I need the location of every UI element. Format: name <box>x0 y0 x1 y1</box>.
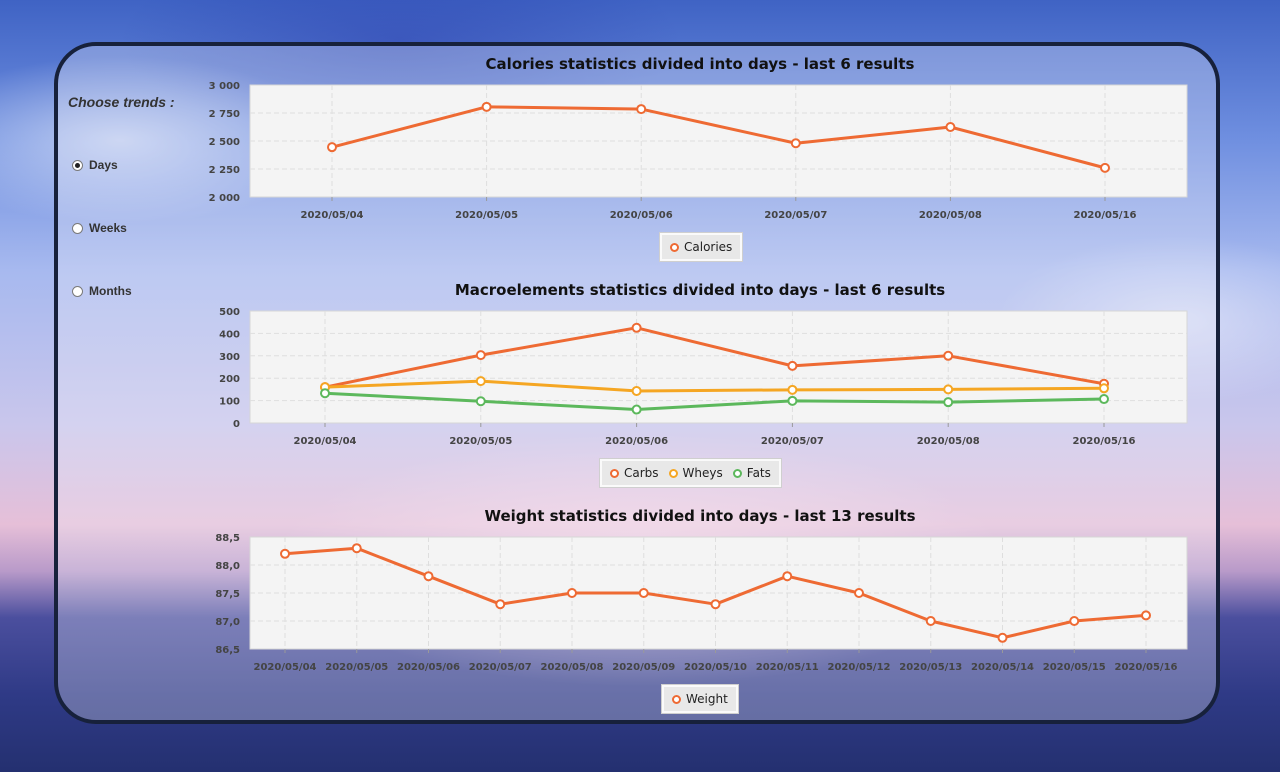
calories-calories-point <box>327 142 337 153</box>
legend-label: Fats <box>746 466 771 480</box>
macro-xtick: 2020/05/04 <box>294 436 357 447</box>
macro-ytick: 500 <box>219 307 240 318</box>
weight-xtick: 2020/05/08 <box>541 662 604 673</box>
macro-ytick: 100 <box>219 397 240 408</box>
macro-ytick: 300 <box>219 352 240 363</box>
legend-marker-icon <box>610 468 619 478</box>
calories-calories-point <box>790 138 801 149</box>
calories-ytick: 2 250 <box>209 165 240 176</box>
weight-xtick: 2020/05/06 <box>397 662 460 673</box>
legend-item-fats[interactable]: Fats <box>732 466 771 480</box>
macro-ytick: 0 <box>233 419 240 430</box>
calories-xtick: 2020/05/05 <box>455 210 518 221</box>
macro-xtick: 2020/05/08 <box>917 436 980 447</box>
calories-ytick: 2 500 <box>209 137 240 148</box>
weight-ytick: 86,5 <box>215 645 240 656</box>
weight-weight-point <box>280 548 290 559</box>
calories-calories-point <box>945 122 956 132</box>
calories-calories-point <box>1100 162 1110 173</box>
calories-xtick: 2020/05/08 <box>919 210 982 221</box>
legend-item-wheys[interactable]: Wheys <box>668 466 723 480</box>
weight-weight-point <box>1141 610 1151 621</box>
legend-marker-icon <box>732 468 742 478</box>
macro-fats-point <box>320 388 330 399</box>
weight-weight-point <box>495 599 506 610</box>
weight-weight-point <box>567 588 577 598</box>
calories-ytick: 2 750 <box>209 109 240 120</box>
calories-ytick: 3 000 <box>209 81 240 92</box>
weight-ytick: 88,5 <box>215 533 240 544</box>
calories-calories-point <box>481 101 492 112</box>
legend-item-carbs[interactable]: Carbs <box>610 466 659 480</box>
weight-weight-point <box>423 571 434 582</box>
macro-wheys-point <box>475 376 486 387</box>
legend-item-calories[interactable]: Calories <box>670 240 732 254</box>
weight-weight-point <box>710 599 721 610</box>
legend-label: Weight <box>686 692 728 706</box>
weight-xtick: 2020/05/09 <box>612 662 675 673</box>
legend-item-weight[interactable]: Weight <box>672 692 728 706</box>
weight-ytick: 87,0 <box>215 617 240 628</box>
calories-ytick: 2 000 <box>209 193 240 204</box>
weight-legend: Weight <box>662 685 738 713</box>
legend-marker-icon <box>668 468 678 478</box>
macro-wheys-point <box>631 385 642 396</box>
macro-wheys-point <box>943 384 954 395</box>
macro-xtick: 2020/05/06 <box>605 436 668 447</box>
macro-fats-point <box>475 396 486 407</box>
weight-ytick: 88,0 <box>215 561 240 572</box>
calories-legend: Calories <box>660 233 743 261</box>
charts-canvas: 3 000 2 750 2 500 2 250 2 000 2020/05/04 2020/… <box>209 81 1188 673</box>
macro-carbs-point <box>475 350 486 361</box>
calories-xtick: 2020/05/06 <box>610 210 673 221</box>
weight-xtick: 2020/05/07 <box>469 662 532 673</box>
legend-marker-icon <box>672 694 681 704</box>
macro-legend: Carbs Wheys Fats <box>600 459 781 487</box>
weight-weight-point <box>925 616 936 626</box>
weight-weight-point <box>854 588 864 598</box>
weight-weight-point <box>351 543 362 554</box>
weight-xtick: 2020/05/15 <box>1043 662 1106 673</box>
macro-wheys-point <box>1099 383 1109 394</box>
weight-xtick: 2020/05/12 <box>828 662 891 673</box>
weight-xtick: 2020/05/10 <box>684 662 747 673</box>
legend-label: Calories <box>684 240 733 254</box>
calories-calories-point <box>636 104 647 115</box>
weight-weight-point <box>782 571 793 582</box>
macro-fats-point <box>631 404 642 415</box>
weight-xtick: 2020/05/11 <box>756 662 819 673</box>
macro-fats-point <box>943 397 954 408</box>
macro-ytick: 200 <box>219 374 240 385</box>
legend-marker-icon <box>670 242 679 252</box>
weight-xtick: 2020/05/05 <box>325 662 388 673</box>
weight-weight-point <box>997 632 1008 643</box>
macro-ytick: 400 <box>219 329 240 340</box>
macro-xtick: 2020/05/16 <box>1073 436 1136 447</box>
weight-weight-point <box>638 588 649 598</box>
macro-carbs-point <box>631 322 642 333</box>
weight-xtick: 2020/05/13 <box>899 662 962 673</box>
calories-xtick: 2020/05/04 <box>301 210 364 221</box>
macro-xtick: 2020/05/05 <box>449 436 512 447</box>
calories-xtick: 2020/05/07 <box>764 210 827 221</box>
weight-xtick: 2020/05/14 <box>971 662 1034 673</box>
weight-ytick: 87,5 <box>215 589 240 600</box>
macro-carbs-point <box>943 350 954 361</box>
legend-label: Carbs <box>624 466 659 480</box>
weight-xtick: 2020/05/16 <box>1115 662 1178 673</box>
weight-xtick: 2020/05/04 <box>254 662 317 673</box>
weight-weight-point <box>1069 616 1080 626</box>
macro-xtick: 2020/05/07 <box>761 436 824 447</box>
macro-wheys-point <box>787 384 798 395</box>
macro-carbs-point <box>787 360 798 371</box>
calories-xtick: 2020/05/16 <box>1074 210 1137 221</box>
macro-fats-point <box>787 395 798 406</box>
macro-fats-point <box>1099 394 1109 405</box>
legend-label: Wheys <box>682 466 723 480</box>
